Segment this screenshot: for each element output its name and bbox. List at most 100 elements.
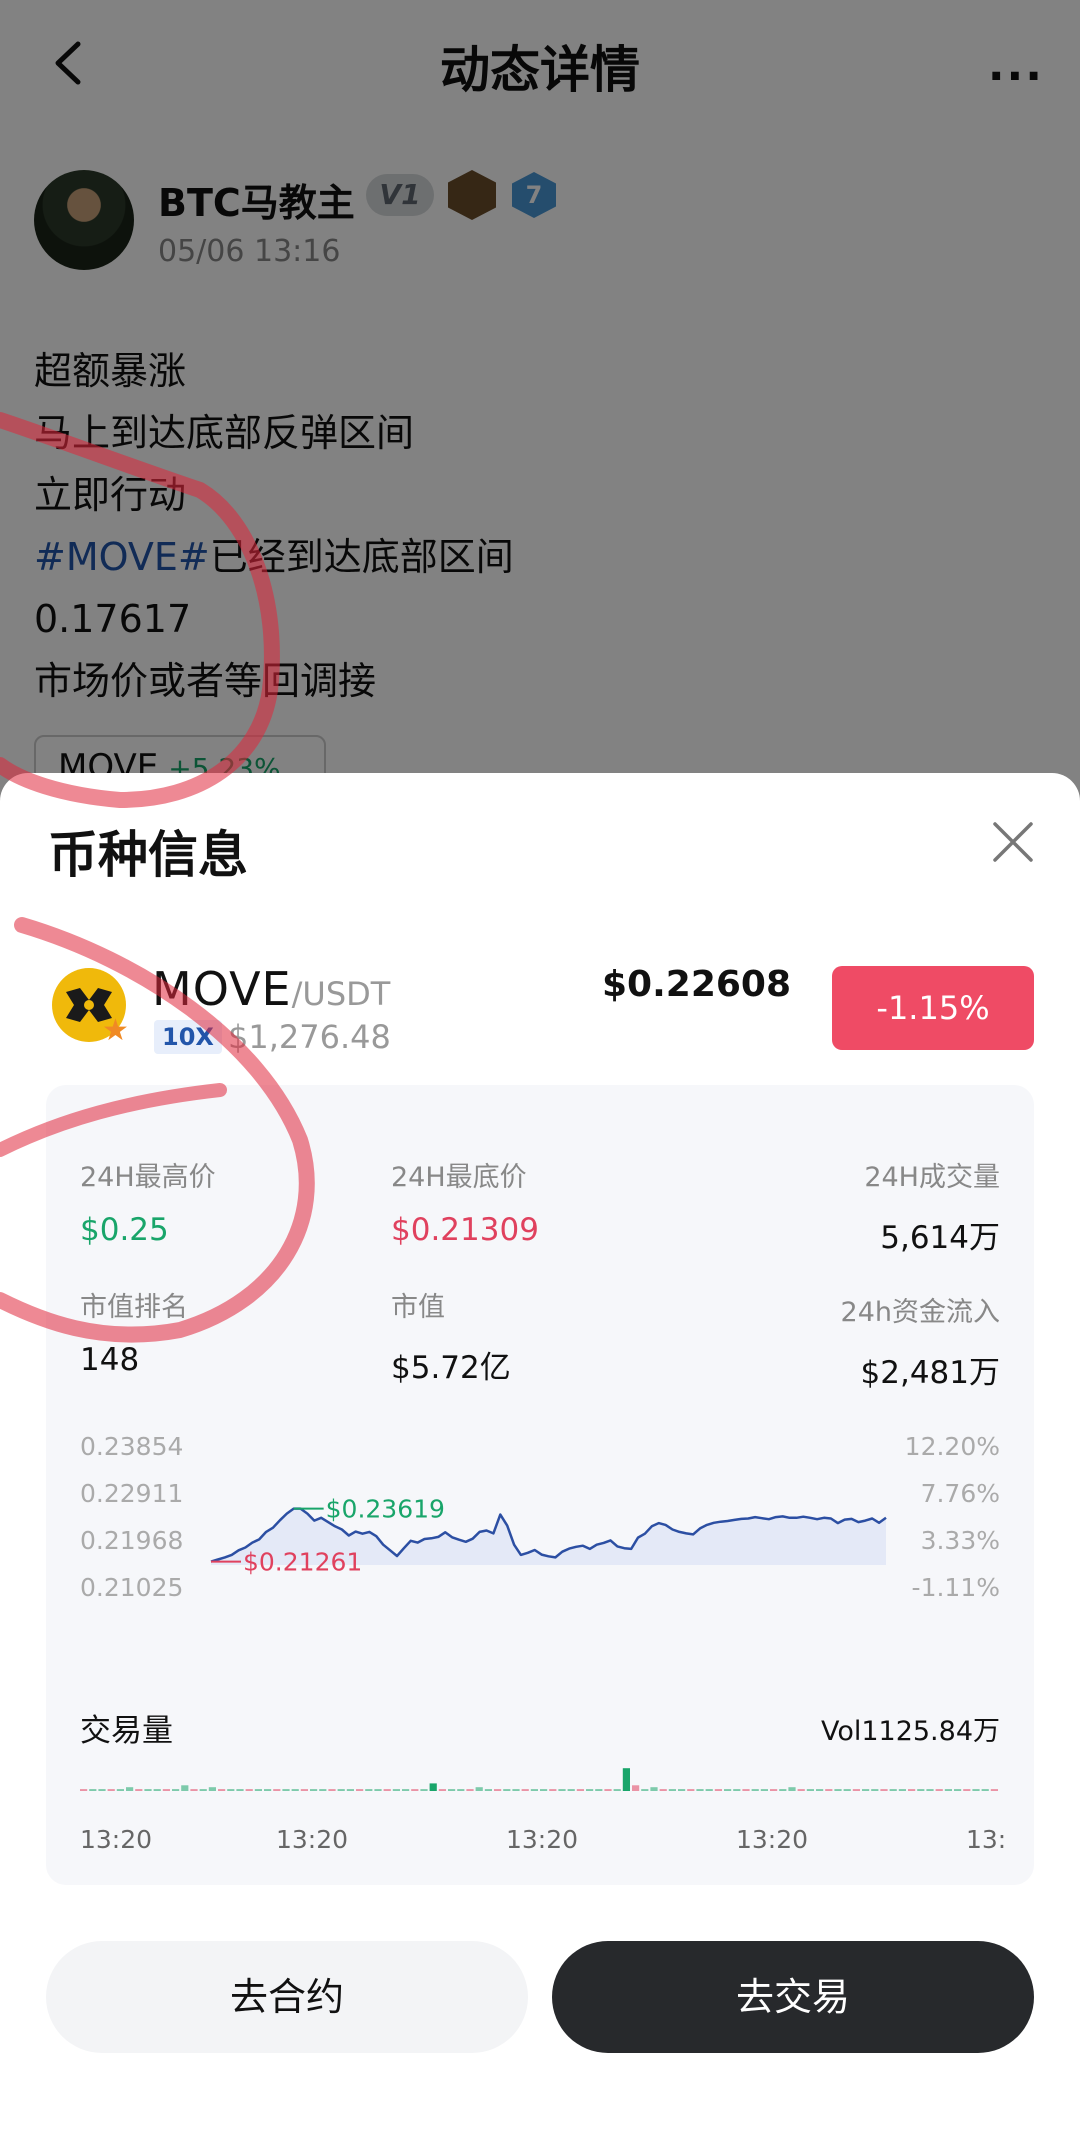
x-tick-label: 13:20 [80, 1825, 153, 1854]
volume-bar [862, 1789, 870, 1791]
volume-bar [107, 1789, 115, 1791]
volume-bar [641, 1789, 649, 1791]
volume-bar [162, 1789, 170, 1791]
volume-bar [990, 1789, 998, 1791]
volume-bar [926, 1789, 934, 1791]
volume-bar [503, 1789, 511, 1791]
sheet-title: 币种信息 [48, 826, 248, 884]
go-trade-button[interactable]: 去交易 [552, 1941, 1034, 2053]
volume-bar [392, 1789, 400, 1791]
volume-bar [135, 1789, 143, 1791]
volume-bar [337, 1789, 345, 1791]
volume-bar [880, 1789, 888, 1791]
volume-bar [604, 1789, 612, 1791]
volume-bar [742, 1789, 750, 1791]
volume-bar [770, 1789, 778, 1791]
x-tick-label: 13:20 [506, 1825, 579, 1854]
coin-quote: /USDT [291, 975, 391, 1013]
volume-bar [383, 1789, 391, 1791]
volume-bar [558, 1789, 566, 1791]
x-tick-label: 13:20 [276, 1825, 349, 1854]
volume-bar [374, 1789, 382, 1791]
volume-bar [668, 1789, 676, 1791]
volume-bar [825, 1789, 833, 1791]
volume-bar [438, 1789, 446, 1791]
volume-bar [80, 1789, 88, 1791]
volume-title: 交易量 [80, 1713, 173, 1749]
volume-bar [218, 1789, 226, 1791]
y-axis-label-right: -1.11% [912, 1573, 1000, 1602]
volume-bar [889, 1789, 897, 1791]
volume-bar [972, 1789, 980, 1791]
volume-bar [595, 1789, 603, 1791]
x-tick-label: 13:20 [736, 1825, 809, 1854]
volume-bar [466, 1789, 474, 1791]
close-icon[interactable] [990, 819, 1036, 865]
favorite-star-icon[interactable]: ★ [102, 1016, 132, 1046]
volume-bar [273, 1789, 281, 1791]
volume-bar [89, 1789, 97, 1791]
volume-bar [705, 1789, 713, 1791]
volume-bar [613, 1789, 621, 1791]
volume-bar [254, 1789, 262, 1791]
volume-bar [411, 1789, 419, 1791]
volume-bar [576, 1789, 584, 1791]
y-axis-label-right: 12.20% [905, 1432, 1000, 1461]
go-contract-button[interactable]: 去合约 [46, 1941, 528, 2053]
volume-bar [567, 1789, 575, 1791]
y-axis-label-right: 3.33% [921, 1526, 1000, 1555]
volume-bar [144, 1789, 152, 1791]
volume-bar [834, 1789, 842, 1791]
volume-bar [687, 1789, 695, 1791]
volume-bar [981, 1789, 989, 1791]
volume-bar [696, 1789, 704, 1791]
volume-bar [208, 1787, 216, 1791]
coin-base: MOVE [152, 962, 292, 1016]
coin-price: $0.22608 [602, 964, 792, 1005]
volume-bar [98, 1789, 106, 1791]
volume-bar [724, 1789, 732, 1791]
volume-bar [632, 1785, 640, 1791]
volume-bar [806, 1789, 814, 1791]
volume-bar [843, 1789, 851, 1791]
volume-bar [788, 1787, 796, 1791]
volume-bar [797, 1789, 805, 1791]
coin-header[interactable]: ★ MOVE/USDT 10X $1,276.48 $0.22608 -1.15… [48, 962, 1038, 1068]
volume-bar [917, 1789, 925, 1791]
volume-bar [448, 1789, 456, 1791]
volume-bar [300, 1789, 308, 1791]
min-price-label: $0.21261 [243, 1548, 362, 1577]
volume-bar [521, 1789, 529, 1791]
volume-bar [245, 1789, 253, 1791]
time-axis: 13:20 13:20 13:20 13:20 13: [46, 1825, 1034, 1865]
volume-bar [963, 1789, 971, 1791]
volume-bar [484, 1789, 492, 1791]
leverage-badge: 10X [154, 1020, 222, 1054]
volume-bar [227, 1789, 235, 1791]
volume-bar [291, 1789, 299, 1791]
volume-bar [429, 1783, 437, 1791]
volume-bar [236, 1789, 244, 1791]
volume-bar [650, 1787, 658, 1791]
price-change-badge[interactable]: -1.15% [832, 966, 1034, 1050]
volume-bar [402, 1789, 410, 1791]
volume-bar [172, 1789, 180, 1791]
volume-bar [310, 1789, 318, 1791]
price-chart[interactable]: 0.23854 0.22911 0.21968 0.21025 12.20% 7.76% 3… [46, 1085, 1034, 1885]
volume-bar [549, 1789, 557, 1791]
volume-bar [530, 1789, 538, 1791]
x-tick-label: 13: [966, 1825, 1007, 1854]
max-price-label: $0.23619 [326, 1495, 445, 1524]
volume-bar [540, 1789, 548, 1791]
volume-bar [944, 1789, 952, 1791]
volume-bar [190, 1789, 198, 1791]
volume-bar [319, 1789, 327, 1791]
y-axis-label-left: 0.22911 [80, 1479, 183, 1508]
volume-bar [751, 1789, 759, 1791]
volume-bar [264, 1789, 272, 1791]
volume-bar [512, 1789, 520, 1791]
volume-bar [475, 1787, 483, 1791]
volume-bar [181, 1785, 189, 1791]
volume-bar [760, 1789, 768, 1791]
volume-bar [356, 1789, 364, 1791]
